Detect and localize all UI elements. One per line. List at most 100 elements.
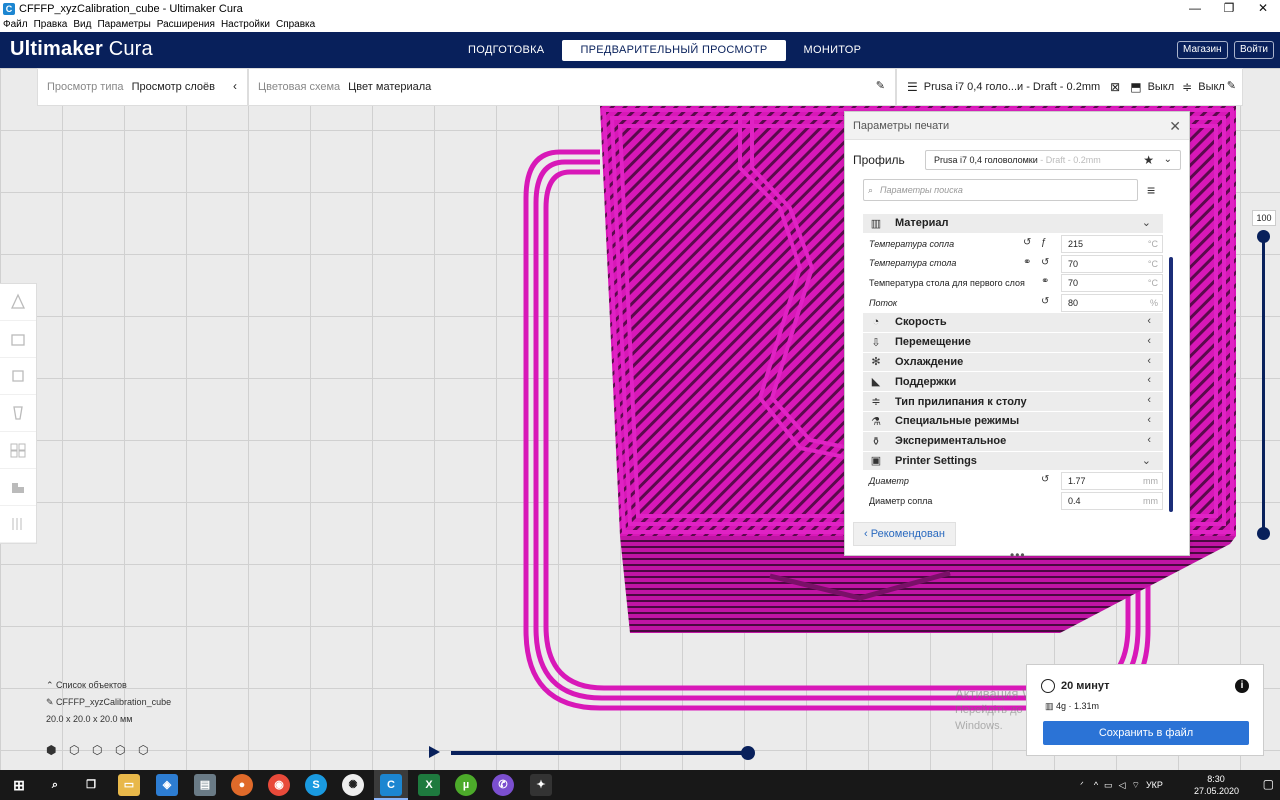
- adhesion-icon: ≑: [871, 396, 881, 409]
- menu-extensions[interactable]: Расширения: [157, 19, 215, 30]
- reset-icon[interactable]: ↺: [1041, 296, 1049, 307]
- maximize-button[interactable]: ❐: [1212, 0, 1246, 17]
- login-button[interactable]: Войти: [1234, 41, 1274, 59]
- rotate-tool[interactable]: [0, 358, 36, 395]
- app-icon[interactable]: ▤: [194, 774, 216, 796]
- menu-help[interactable]: Справка: [276, 19, 315, 30]
- layer-slider-track[interactable]: [1262, 236, 1265, 534]
- torrent-icon[interactable]: µ: [455, 774, 477, 796]
- menu-settings[interactable]: Параметры: [97, 19, 150, 30]
- print-setup-selector[interactable]: ☰ Prusa i7 0,4 голо...и - Draft - 0.2mm …: [896, 68, 1243, 106]
- path-slider-track[interactable]: [451, 751, 749, 755]
- scale-tool[interactable]: [0, 321, 36, 358]
- chevron-up-icon[interactable]: ^: [1094, 780, 1098, 790]
- resize-handle[interactable]: •••: [1010, 548, 1026, 562]
- settings-menu-icon[interactable]: ≡: [1147, 182, 1155, 198]
- bed-temperature-input[interactable]: 70 °C: [1061, 254, 1163, 273]
- reset-icon[interactable]: ↺: [1023, 237, 1031, 248]
- view-right-icon[interactable]: ⬡: [138, 743, 154, 759]
- viber-icon[interactable]: ✆: [492, 774, 514, 796]
- game-icon[interactable]: ✦: [530, 774, 552, 796]
- minimize-button[interactable]: —: [1178, 0, 1212, 17]
- category-material[interactable]: ▥ Материал ⌄: [863, 214, 1163, 234]
- language-indicator[interactable]: УКР: [1146, 780, 1163, 790]
- notifications-icon[interactable]: ▢: [1263, 777, 1274, 791]
- view-type-selector[interactable]: Просмотр типа Просмотр слоёв ‹: [37, 68, 248, 106]
- store-button[interactable]: Магазин: [1177, 41, 1228, 59]
- view-front-icon[interactable]: ⬡: [69, 743, 85, 759]
- layer-tool[interactable]: [0, 506, 36, 543]
- nozzle-temperature-input[interactable]: 215 °C: [1061, 234, 1163, 253]
- close-window-button[interactable]: ✕: [1246, 0, 1280, 17]
- object-list-toggle[interactable]: ⌃ Список объектов: [46, 680, 171, 691]
- tab-monitor[interactable]: МОНИТОР: [786, 40, 880, 61]
- support-blocker-tool[interactable]: [0, 469, 36, 506]
- bed-temperature-first-layer-input[interactable]: 70 °C: [1061, 274, 1163, 293]
- reset-icon[interactable]: ↺: [1041, 257, 1049, 268]
- setting-bed-temperature-first-layer: Температура стола для первого слоя ⚭ 70 …: [863, 273, 1163, 293]
- category-experimental[interactable]: ⚱ Экспериментальное ‹: [863, 431, 1163, 452]
- play-icon[interactable]: [429, 746, 440, 758]
- profile-dropdown[interactable]: Prusa i7 0,4 головоломки - Draft - 0.2mm…: [925, 150, 1181, 170]
- layer-number-input[interactable]: 100: [1252, 210, 1276, 226]
- category-special-modes[interactable]: ⚗ Специальные режимы ‹: [863, 411, 1163, 432]
- nozzle-diameter-input[interactable]: 0.4 mm: [1061, 492, 1163, 511]
- app-icon[interactable]: ✺: [342, 774, 364, 796]
- flow-input[interactable]: 80 %: [1061, 294, 1163, 313]
- cura-taskbar-icon[interactable]: C: [380, 774, 402, 796]
- wifi-icon[interactable]: ⌔: [1131, 780, 1139, 791]
- settings-scrollbar[interactable]: [1169, 257, 1173, 512]
- menu-preferences[interactable]: Настройки: [221, 19, 270, 30]
- tab-prepare[interactable]: ПОДГОТОВКА: [450, 40, 562, 61]
- setting-value: 0.4: [1068, 496, 1081, 507]
- task-view-icon[interactable]: ❐: [80, 774, 102, 796]
- search-placeholder: Параметры поиска: [880, 185, 963, 195]
- network-icon[interactable]: ▭: [1104, 780, 1113, 791]
- app-icon[interactable]: ●: [231, 774, 253, 796]
- layer-slider-top-handle[interactable]: [1257, 230, 1270, 243]
- search-icon[interactable]: ⌕: [44, 774, 66, 796]
- category-adhesion[interactable]: ≑ Тип прилипания к столу ‹: [863, 392, 1163, 412]
- skype-icon[interactable]: S: [305, 774, 327, 796]
- file-explorer-icon[interactable]: ▭: [118, 774, 140, 796]
- per-model-settings-tool[interactable]: [0, 432, 36, 469]
- menu-edit[interactable]: Правка: [34, 19, 68, 30]
- path-slider-handle[interactable]: [741, 746, 755, 760]
- object-name-row[interactable]: ✎ CFFFP_xyzCalibration_cube: [46, 697, 171, 708]
- view-left-icon[interactable]: ⬡: [115, 743, 131, 759]
- recommended-button[interactable]: ‹ Рекомендован: [853, 522, 956, 546]
- info-icon[interactable]: i: [1235, 679, 1249, 693]
- settings-search-input[interactable]: ⌕ Параметры поиска: [863, 179, 1138, 201]
- view-3d-icon[interactable]: ⬢: [46, 743, 62, 759]
- category-speed[interactable]: ◔ Скорость ‹: [863, 312, 1163, 333]
- chrome-icon[interactable]: ◉: [268, 774, 290, 796]
- person-icon[interactable]: ᐟ: [1080, 780, 1084, 791]
- special-modes-icon: ⚗: [871, 415, 881, 428]
- store-icon[interactable]: ◈: [156, 774, 178, 796]
- view-top-icon[interactable]: ⬡: [92, 743, 108, 759]
- windows-start-icon[interactable]: ⊞: [8, 774, 30, 796]
- chevron-left-icon: ‹: [1147, 354, 1151, 367]
- excel-icon[interactable]: X: [418, 774, 440, 796]
- category-printer-settings[interactable]: ▣ Printer Settings ⌄: [863, 451, 1163, 472]
- reset-icon[interactable]: ↺: [1041, 474, 1049, 485]
- tab-preview[interactable]: ПРЕДВАРИТЕЛЬНЫЙ ПРОСМОТР: [562, 40, 786, 61]
- mirror-tool[interactable]: [0, 395, 36, 432]
- save-to-file-button[interactable]: Сохранить в файл: [1043, 721, 1249, 745]
- move-tool[interactable]: [0, 284, 36, 321]
- function-icon: ƒ: [1041, 236, 1047, 248]
- layer-slider-bottom-handle[interactable]: [1257, 527, 1270, 540]
- close-icon[interactable]: ✕: [1169, 118, 1181, 135]
- category-cooling[interactable]: ✻ Охлаждение ‹: [863, 352, 1163, 373]
- chevron-down-icon: ⌄: [1163, 154, 1172, 165]
- menu-view[interactable]: Вид: [73, 19, 91, 30]
- menu-file[interactable]: Файл: [3, 19, 28, 30]
- category-travel[interactable]: ⇩ Перемещение ‹: [863, 332, 1163, 353]
- color-scheme-selector[interactable]: Цветовая схема Цвет материала ✎: [248, 68, 896, 106]
- volume-icon[interactable]: ◁: [1119, 780, 1126, 791]
- category-experimental-label: Экспериментальное: [895, 435, 1007, 448]
- filament-diameter-input[interactable]: 1.77 mm: [1061, 472, 1163, 491]
- category-support[interactable]: ◣ Поддержки ‹: [863, 372, 1163, 393]
- taskbar-clock[interactable]: 8:30 27.05.2020: [1194, 773, 1239, 797]
- move-icon: [10, 293, 26, 309]
